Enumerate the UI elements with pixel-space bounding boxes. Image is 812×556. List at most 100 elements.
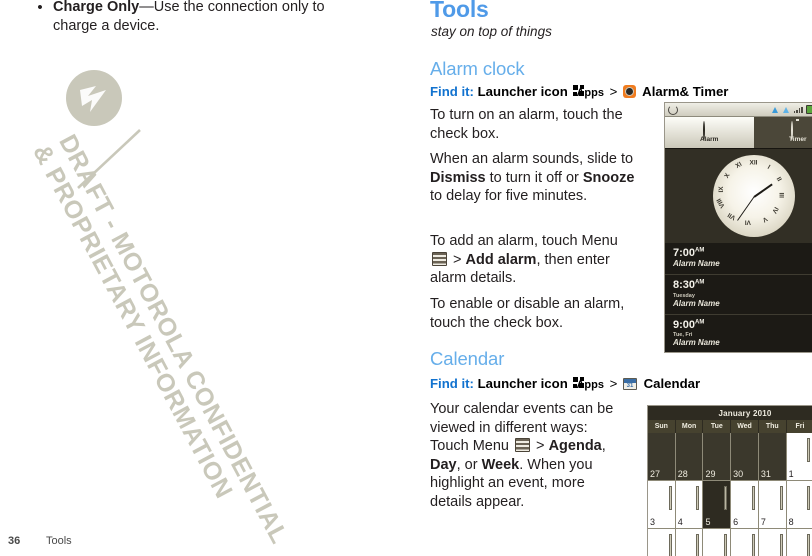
clock-numeral: XII bbox=[749, 159, 758, 167]
alarm-row[interactable]: 7:00AMAlarm Name✓ bbox=[665, 243, 812, 276]
calendar-day-cell[interactable] bbox=[786, 529, 812, 556]
term-add-alarm: Add alarm bbox=[465, 251, 537, 268]
find-it-label-calendar: Find it: bbox=[430, 376, 474, 391]
calendar-day-number: 27 bbox=[650, 469, 661, 479]
motorola-m-glyph bbox=[80, 86, 106, 112]
calendar-day-cell[interactable]: 27 bbox=[648, 433, 676, 481]
alarm-row-info: 9:00AM Tue, Fri Alarm Name bbox=[673, 319, 720, 348]
calendar-day-number: 28 bbox=[677, 469, 688, 479]
calendar-day-headers: SunMonTueWedThuFriSat bbox=[648, 420, 812, 433]
calendar-event-block[interactable] bbox=[668, 534, 672, 556]
calendar-day-cell[interactable] bbox=[758, 529, 787, 556]
tab-timer[interactable]: Timer bbox=[753, 117, 812, 148]
calendar-event-block[interactable] bbox=[696, 486, 700, 510]
clock-numeral: I bbox=[765, 163, 771, 171]
alarm-meridiem: AM bbox=[695, 279, 705, 286]
alarm-days: Tuesday bbox=[673, 292, 695, 299]
calendar-event-block[interactable] bbox=[724, 534, 728, 556]
calendar-day-cell[interactable]: 8 bbox=[786, 481, 812, 529]
calendar-event-block[interactable] bbox=[668, 486, 672, 510]
calendar-day-cell[interactable]: 5 bbox=[703, 481, 732, 529]
alarm-clock-screenshot: 2:17 Alarm Timer IIIIIIIVVVIVIIVIIIIXXXI… bbox=[665, 103, 812, 352]
find-it-separator: > bbox=[609, 84, 618, 99]
clock-numeral: VI bbox=[744, 218, 751, 226]
menu-icon bbox=[432, 251, 447, 266]
calendar-event-block[interactable] bbox=[724, 486, 728, 510]
launcher-icon-label: Launcher icon bbox=[477, 84, 568, 99]
find-it-line-alarm: Find it: Launcher icon Apps > Alarm& Tim… bbox=[430, 84, 728, 100]
clock-minute-hand bbox=[736, 196, 755, 221]
status-bar: 2:17 bbox=[665, 103, 812, 117]
term-snooze: Snooze bbox=[582, 169, 635, 186]
calendar-day-number: 30 bbox=[733, 469, 744, 479]
calendar-day-cell[interactable]: 6 bbox=[731, 481, 759, 529]
calendar-day-header: Mon bbox=[676, 420, 704, 433]
term-day: Day bbox=[430, 456, 457, 473]
alarm-name: Alarm Name bbox=[673, 298, 720, 308]
alarm-row-info: 8:30AM Tuesday Alarm Name bbox=[673, 279, 720, 308]
tab-alarm[interactable]: Alarm bbox=[665, 117, 754, 148]
alarm-row[interactable]: 8:30AMTuesdayAlarm Name✓ bbox=[665, 275, 812, 315]
section-heading-calendar: Calendar bbox=[430, 348, 505, 369]
term-agenda: Agenda bbox=[548, 438, 602, 454]
term-week: Week bbox=[481, 456, 520, 473]
clock-numeral: IX bbox=[717, 186, 725, 193]
calendar-event-block[interactable] bbox=[751, 534, 755, 556]
stopwatch-icon-tab bbox=[791, 121, 804, 140]
find-it-target-alarm: Alarm& Timer bbox=[642, 84, 729, 99]
alarm-time: 9:00AM bbox=[673, 318, 705, 331]
calendar-day-cell[interactable]: 4 bbox=[675, 481, 704, 529]
calendar-day-cell[interactable]: 29 bbox=[703, 433, 732, 481]
alarm-row[interactable]: 9:00AMTue, FriAlarm Name✓ bbox=[665, 314, 812, 352]
calendar-week-row bbox=[648, 529, 812, 556]
calendar-day-cell[interactable]: 1 bbox=[786, 433, 812, 481]
calendar-day-cell[interactable] bbox=[731, 529, 759, 556]
alarm-meridiem: AM bbox=[695, 319, 705, 326]
calendar-day-number: 29 bbox=[705, 469, 716, 479]
calendar-day-cell[interactable]: 30 bbox=[731, 433, 759, 481]
sync-icon bbox=[668, 104, 678, 115]
alarm-name: Alarm Name bbox=[673, 338, 720, 348]
calendar-event-block[interactable] bbox=[751, 486, 755, 510]
section-heading-alarm-clock: Alarm clock bbox=[430, 58, 525, 79]
calendar-day-cell[interactable] bbox=[703, 529, 732, 556]
calendar-day-header: Fri bbox=[787, 420, 812, 433]
calendar-day-cell[interactable]: 3 bbox=[648, 481, 676, 529]
calendar-day-cell[interactable]: 31 bbox=[758, 433, 787, 481]
clock-numeral: X bbox=[722, 172, 731, 180]
calendar-day-number: 3 bbox=[650, 517, 656, 527]
network-icon bbox=[783, 106, 791, 113]
calendar-week-row: 3456789 bbox=[648, 481, 812, 529]
term-dismiss: Dismiss bbox=[430, 169, 486, 186]
calendar-event-block[interactable] bbox=[807, 438, 811, 462]
find-it-label: Find it: bbox=[430, 84, 474, 99]
calendar-day-header: Thu bbox=[759, 420, 787, 433]
alarm-time: 7:00AM bbox=[673, 247, 705, 259]
calendar-event-block[interactable] bbox=[696, 534, 700, 556]
left-column: • Charge Only—Use the connection only to… bbox=[0, 0, 406, 556]
calendar-event-block[interactable] bbox=[807, 534, 811, 556]
calendar-day-cell[interactable] bbox=[675, 529, 704, 556]
find-it-separator-calendar: > bbox=[609, 376, 618, 391]
calendar-day-cell[interactable] bbox=[648, 529, 676, 556]
calendar-day-number: 7 bbox=[760, 517, 766, 527]
alarm-name: Alarm Name bbox=[673, 259, 720, 269]
paragraph-add-alarm: To add an alarm, touch Menu > Add alarm,… bbox=[430, 233, 618, 286]
alarm-clock-icon-tab bbox=[702, 121, 716, 140]
menu-icon-calendar bbox=[515, 438, 531, 452]
alarm-clock-icon bbox=[622, 85, 636, 98]
signal-icon bbox=[793, 106, 803, 113]
paragraph-alarm-sounds: When an alarm sounds, slide to Dismiss t… bbox=[430, 151, 635, 204]
battery-icon bbox=[805, 105, 812, 114]
calendar-event-block[interactable] bbox=[779, 534, 783, 556]
calendar-day-cell[interactable]: 7 bbox=[758, 481, 787, 529]
calendar-day-cell[interactable]: 28 bbox=[675, 433, 704, 481]
calendar-event-block[interactable] bbox=[807, 486, 811, 510]
bullet-text: Charge Only—Use the connection only to c… bbox=[53, 0, 364, 36]
calendar-day-number: 6 bbox=[733, 517, 739, 527]
right-column: DRAFT - MOTOROLA CONFIDENTIAL & PROPRIET… bbox=[430, 0, 812, 556]
footer-section-name: Tools bbox=[46, 535, 72, 547]
clock-numeral: III bbox=[776, 192, 784, 198]
calendar-day-number: 8 bbox=[788, 517, 794, 527]
calendar-event-block[interactable] bbox=[779, 486, 783, 510]
